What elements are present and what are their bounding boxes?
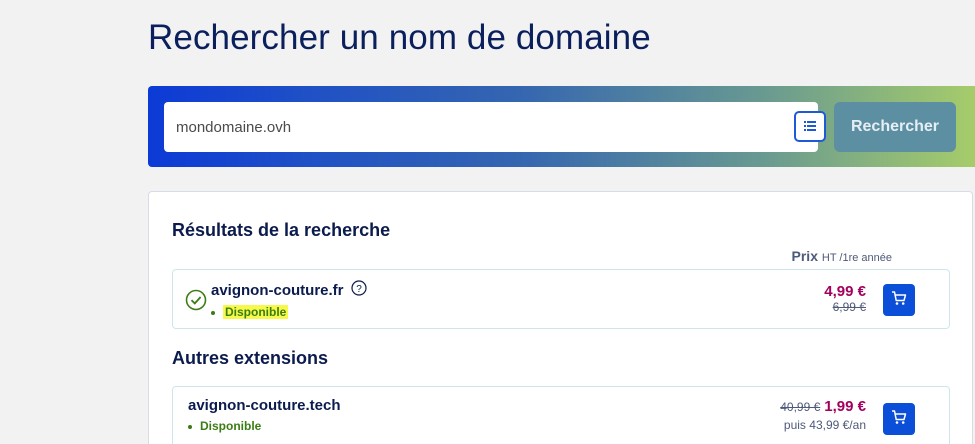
price-new: 4,99 € <box>824 283 866 300</box>
svg-text:?: ? <box>356 284 362 295</box>
results-card: Résultats de la recherche Prix HT /1re a… <box>148 191 973 444</box>
results-title: Résultats de la recherche <box>172 220 391 240</box>
renewal-price: puis 43,99 €/an <box>783 418 866 432</box>
price-old: 6,99 € <box>832 300 866 314</box>
domain-name: avignon-couture.fr <box>211 282 344 299</box>
status-label: Disponible <box>223 305 289 319</box>
search-band: Rechercher <box>148 86 975 167</box>
other-extensions-title: Autres extensions <box>172 348 329 368</box>
status-badge: Disponible <box>188 419 261 433</box>
status-badge: Disponible <box>211 305 289 319</box>
price-line: 40,99 €1,99 € <box>780 398 866 415</box>
price-header-label: Prix <box>791 248 818 264</box>
cart-icon <box>891 409 907 430</box>
result-row-main: avignon-couture.fr ? Disponible 4,99 € 6… <box>172 269 950 329</box>
bulk-search-button[interactable] <box>794 111 826 142</box>
question-icon[interactable]: ? <box>351 280 367 296</box>
result-row-other: avignon-couture.tech Disponible 40,99 €1… <box>172 386 950 444</box>
add-to-cart-button[interactable] <box>883 284 915 316</box>
search-box <box>164 102 826 152</box>
cart-icon <box>891 290 907 311</box>
price-block: 4,99 € 6,99 € <box>824 283 866 314</box>
search-button[interactable]: Rechercher <box>834 102 956 152</box>
check-circle-icon <box>185 289 207 311</box>
list-icon <box>804 118 816 136</box>
price-header-sub: HT /1re année <box>821 252 892 264</box>
add-to-cart-button[interactable] <box>883 403 915 435</box>
price-header: Prix HT /1re année <box>792 248 892 264</box>
status-label: Disponible <box>200 419 262 433</box>
price-new: 1,99 € <box>824 398 866 415</box>
page-title: Rechercher un nom de domaine <box>148 18 651 57</box>
domain-search-input[interactable] <box>176 114 756 140</box>
price-old: 40,99 € <box>780 400 821 414</box>
price-block: 40,99 €1,99 € puis 43,99 €/an <box>780 398 866 432</box>
domain-name: avignon-couture.tech <box>188 397 341 414</box>
